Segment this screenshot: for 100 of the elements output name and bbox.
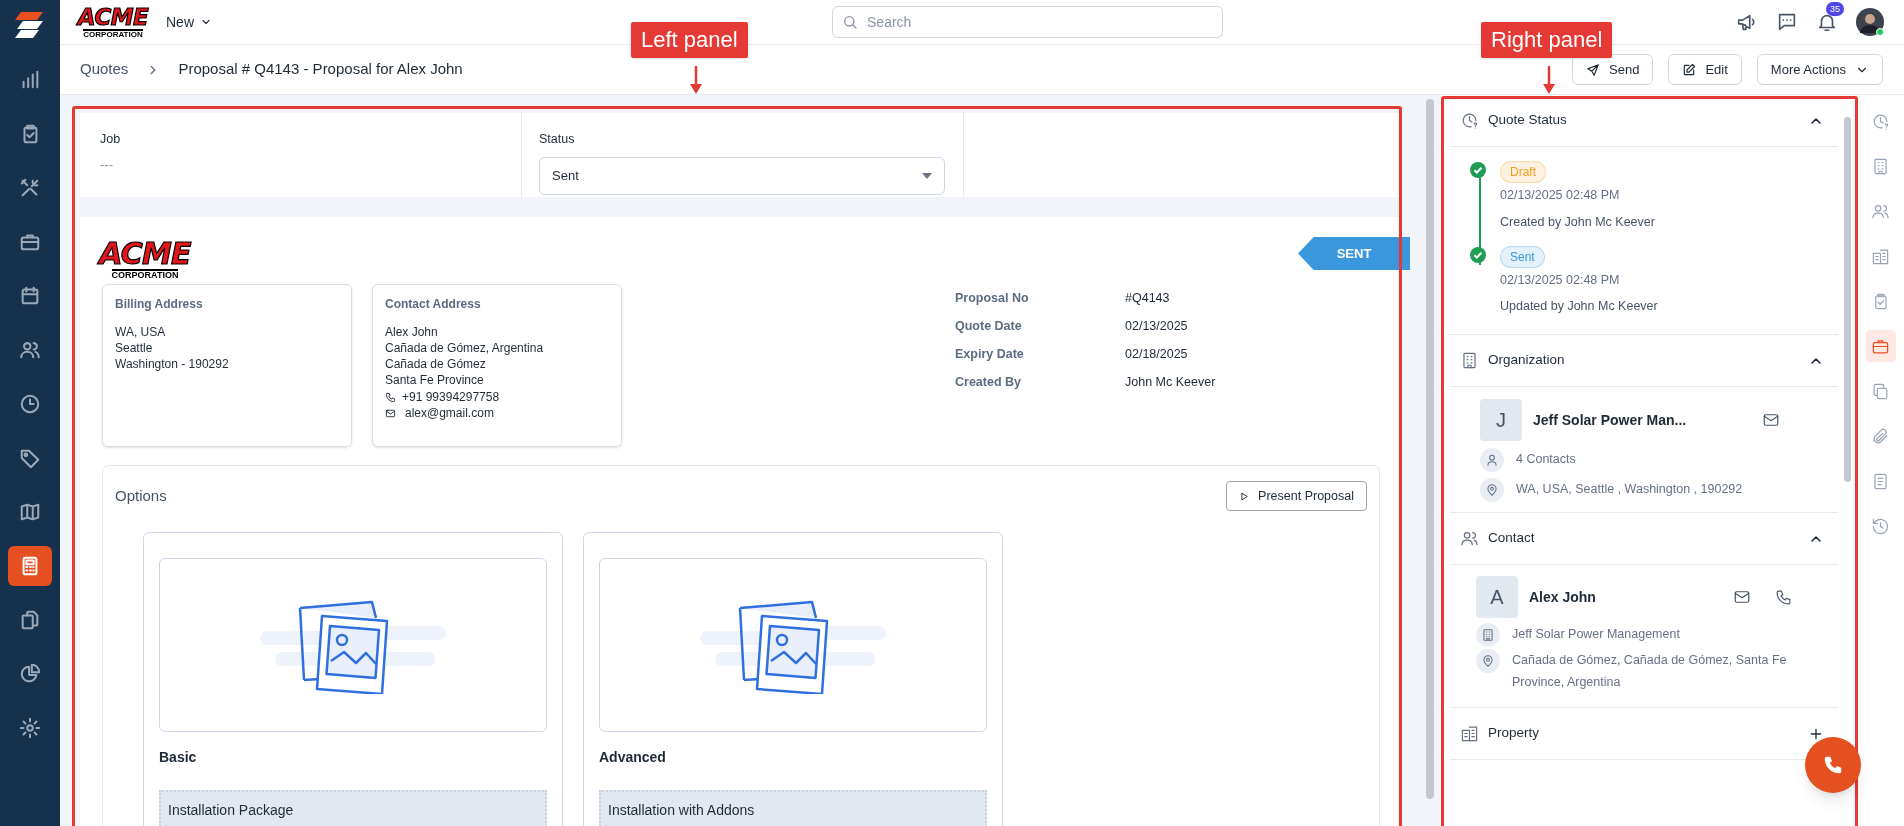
address-line: WA, USA: [115, 324, 167, 340]
send-icon: [1586, 62, 1601, 77]
annotation-arrow: [1543, 66, 1555, 94]
option-card[interactable]: Advanced Installation with Addons: [583, 532, 1003, 826]
chat-icon[interactable]: [1776, 11, 1798, 33]
building-icon: [1871, 156, 1890, 176]
rail-item[interactable]: [1865, 330, 1896, 362]
check-icon: [1470, 162, 1486, 178]
avatar-initial: J: [1480, 399, 1522, 441]
search-icon: [842, 14, 858, 30]
option-card[interactable]: Basic Installation Package: [143, 532, 563, 826]
property-icon: [1460, 724, 1479, 743]
edit-icon: [1682, 62, 1697, 77]
meta-value: 02/13/2025: [1125, 318, 1189, 335]
avatar[interactable]: [1856, 8, 1884, 36]
search-field[interactable]: Search: [832, 6, 1223, 38]
annotation-label: Right panel: [1481, 22, 1613, 58]
annotation-arrow: [690, 66, 702, 94]
users-icon: [19, 339, 41, 361]
users-icon: [1460, 529, 1479, 548]
contact-email: alex@gmail.com: [405, 405, 494, 421]
settings-icon: [19, 717, 41, 739]
meta-value: #Q4143: [1125, 290, 1171, 307]
status-time: 02/13/2025 02:48 PM: [1500, 187, 1621, 204]
scrollbar[interactable]: [1426, 99, 1434, 799]
tag-icon: [19, 447, 41, 469]
address-line: Cañada de Gómez: [385, 356, 487, 372]
status-author: Created by John Mc Keever: [1500, 213, 1655, 231]
copy-icon: [1871, 381, 1890, 401]
clock-icon: [1871, 111, 1890, 131]
clock-icon: [19, 393, 41, 415]
section-title: Options: [115, 485, 167, 506]
info-text: WA, USA, Seattle , Washington , 190292: [1516, 481, 1743, 498]
pie-chart-icon: [19, 663, 41, 685]
status-author: Updated by John Mc Keever: [1500, 298, 1658, 316]
sidebar-item[interactable]: [8, 546, 52, 586]
edit-button[interactable]: Edit: [1668, 54, 1742, 85]
meta-value: 02/18/2025: [1125, 346, 1189, 363]
section-title: Property: [1488, 724, 1540, 743]
building-icon: [1460, 351, 1479, 370]
avatar-initial: A: [1476, 576, 1518, 618]
breadcrumb-link[interactable]: Quotes: [80, 58, 129, 81]
package-row: Installation Package: [159, 790, 547, 826]
section-title: Quote Status: [1488, 111, 1567, 130]
status-badge: Sent: [1500, 245, 1545, 268]
status-ribbon: SENT: [1298, 237, 1410, 270]
location-icon: [1481, 654, 1495, 668]
files-icon: [19, 609, 41, 631]
card-title: Billing Address: [115, 296, 204, 313]
send-button[interactable]: Send: [1572, 54, 1654, 85]
tools-icon: [19, 177, 41, 199]
meta-label: Created By: [955, 374, 1022, 391]
present-proposal-button[interactable]: Present Proposal: [1226, 481, 1367, 511]
status-time: 02/13/2025 02:48 PM: [1500, 271, 1621, 289]
logo-subtitle: CORPORATION: [83, 28, 143, 39]
contact-phone: +91 99394297758: [402, 389, 500, 405]
meta-value: John Mc Keever: [1125, 374, 1216, 391]
history-icon: [1871, 516, 1890, 536]
user-icon: [1485, 453, 1499, 467]
package-row: Installation with Addons: [599, 790, 987, 826]
logo-text: ACME: [77, 5, 149, 29]
quote-status-icon: [1460, 111, 1479, 130]
page-title: Proposal # Q4143 - Proposal for Alex John: [178, 59, 463, 80]
address-line: Seattle: [115, 340, 154, 356]
annotation-label: Left panel: [631, 22, 748, 58]
play-icon: [1239, 490, 1251, 502]
meta-label: Expiry Date: [955, 346, 1025, 363]
scrollbar[interactable]: [1843, 117, 1851, 482]
paperclip-icon: [1871, 426, 1890, 446]
map-icon: [19, 501, 41, 523]
menu-button[interactable]: More Actions: [1756, 54, 1883, 85]
address-line: Santa Fe Province: [385, 372, 485, 388]
section-title: Organization: [1488, 351, 1565, 370]
logo-subtitle: CORPORATION: [111, 269, 179, 280]
new-menu[interactable]: New: [166, 11, 212, 33]
organization-name[interactable]: Jeff Solar Power Man...: [1533, 409, 1687, 431]
address-line: Alex John: [385, 324, 439, 340]
field-value: ---: [100, 155, 114, 174]
dropdown-arrow-icon: [922, 172, 932, 179]
status-select[interactable]: Sent: [539, 156, 945, 195]
contact-name[interactable]: Alex John: [1529, 586, 1596, 608]
info-text: Cañada de Gómez, Cañada de Gómez, Santa Fe Province, Argentina: [1512, 652, 1788, 691]
address-line: Cañada de Gómez, Argentina: [385, 340, 545, 356]
mail-icon[interactable]: [1733, 588, 1751, 606]
phone-icon[interactable]: [1775, 588, 1792, 606]
status-badge: Draft: [1500, 161, 1546, 183]
option-title: Advanced: [599, 748, 667, 767]
address-line: Washington - 190292: [115, 356, 230, 372]
card-title: Contact Address: [385, 296, 482, 313]
phone-icon: [1822, 754, 1844, 776]
option-title: Basic: [159, 748, 198, 767]
field-label: Status: [539, 131, 576, 148]
meta-label: Quote Date: [955, 318, 1023, 335]
location-icon: [1485, 483, 1499, 497]
section-title: Contact: [1488, 529, 1535, 548]
info-text: Jeff Solar Power Management: [1512, 626, 1680, 643]
mail-icon: [385, 407, 396, 419]
mail-icon[interactable]: [1762, 411, 1780, 429]
notification-count: 35: [1826, 2, 1844, 16]
calendar-icon: [19, 285, 41, 307]
